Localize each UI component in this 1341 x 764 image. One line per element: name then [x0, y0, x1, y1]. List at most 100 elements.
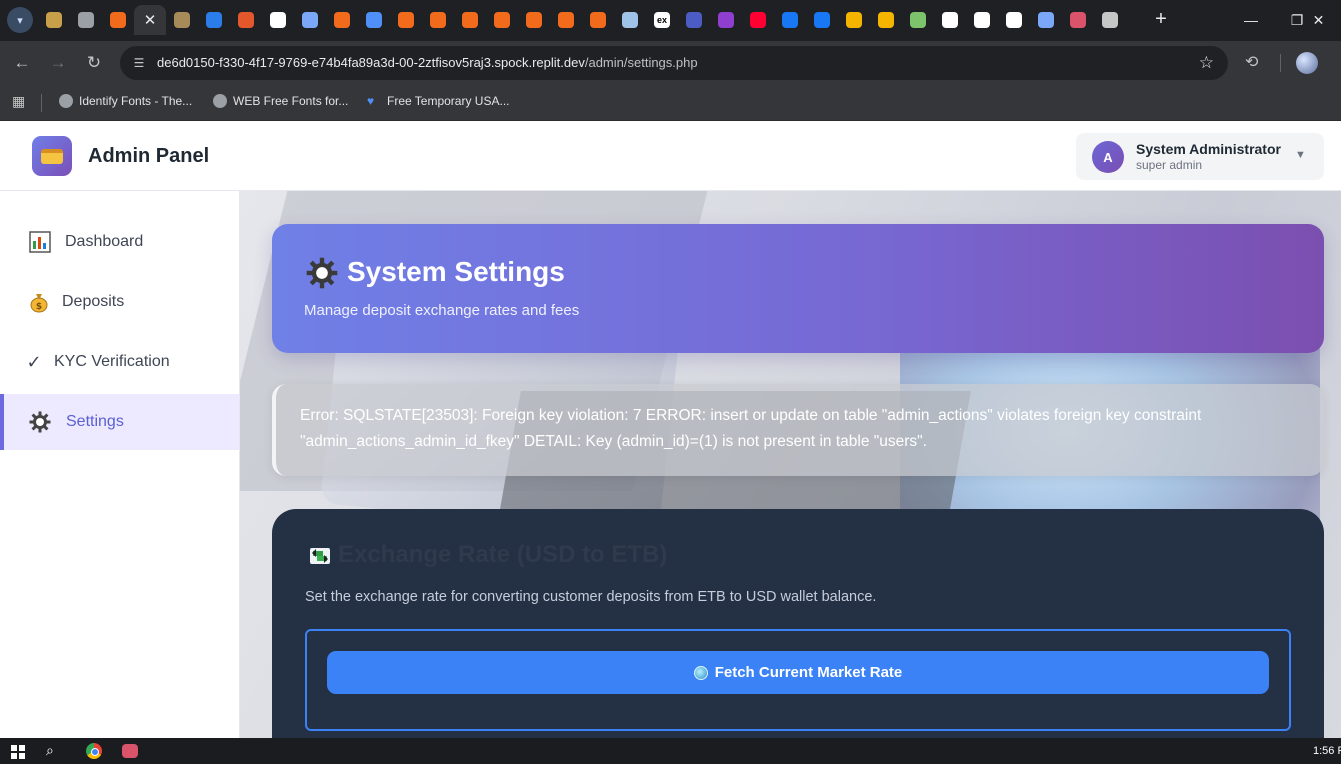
history-icon[interactable]: ⟲	[1245, 52, 1258, 72]
cloud-icon	[622, 12, 638, 28]
fetch-market-rate-button[interactable]: Fetch Current Market Rate	[327, 651, 1269, 694]
browser-tab[interactable]	[1062, 5, 1094, 35]
window-close-button[interactable]: ✕	[1296, 0, 1341, 40]
plane-icon	[174, 12, 190, 28]
section-title: Exchange Rate (USD to ETB)	[338, 541, 668, 568]
browser-tab[interactable]	[998, 5, 1030, 35]
bookmark-item[interactable]: Identify Fonts - The...	[59, 94, 192, 108]
user-menu[interactable]: A System Administrator super admin ▼	[1076, 133, 1324, 180]
minimize-button[interactable]: —	[1228, 0, 1274, 40]
browser-tab[interactable]	[70, 5, 102, 35]
sidebar-item-kyc[interactable]: ✓ KYC Verification	[0, 334, 239, 390]
sidebar-item-dashboard[interactable]: Dashboard	[0, 214, 239, 270]
app-icon	[718, 12, 734, 28]
chevron-down-icon: ▼	[1295, 149, 1306, 161]
heart-icon: ♥	[367, 94, 375, 108]
user-name: System Administrator	[1136, 141, 1281, 157]
gear-icon	[1102, 12, 1118, 28]
browser-tab[interactable]	[614, 5, 646, 35]
page-title: System Settings	[347, 256, 565, 287]
reload-icon: ↻	[86, 53, 102, 72]
browser-tab[interactable]	[550, 5, 582, 35]
back-arrow-icon: ←	[13, 53, 31, 72]
browser-tab[interactable]: ✕	[134, 5, 166, 35]
url-host: de6d0150-f330-4f17-9769-e74b4fa89a3d-00-…	[157, 55, 585, 70]
apps-grid-icon[interactable]: ▦	[12, 93, 25, 110]
browser-tab[interactable]	[1030, 5, 1062, 35]
browser-tab[interactable]	[198, 5, 230, 35]
browser-tab[interactable]	[582, 5, 614, 35]
bookmark-label: WEB Free Fonts for...	[233, 94, 349, 108]
browser-tab[interactable]	[294, 5, 326, 35]
sidebar-item-settings[interactable]: Settings	[0, 394, 239, 450]
url-path: /admin/settings.php	[584, 55, 698, 70]
browser-tab[interactable]	[1094, 5, 1126, 35]
globe-icon	[693, 665, 708, 680]
link-icon	[558, 12, 574, 28]
tab-list: ✕ ex	[38, 5, 1126, 35]
browser-tab[interactable]	[166, 5, 198, 35]
browser-tab[interactable]	[262, 5, 294, 35]
browser-tab[interactable]	[454, 5, 486, 35]
link-icon	[526, 12, 542, 28]
android-icon	[910, 12, 926, 28]
windows-start-icon[interactable]	[11, 745, 25, 759]
browser-tab[interactable]	[966, 5, 998, 35]
tab-search-button[interactable]: ▾	[7, 7, 33, 33]
browser-tab[interactable]	[870, 5, 902, 35]
browser-tab[interactable]	[902, 5, 934, 35]
forward-button[interactable]: →	[47, 52, 69, 74]
new-tab-button[interactable]: +	[1150, 9, 1172, 31]
sidebar: Dashboard $ Deposits ✓ KYC Verification	[0, 191, 240, 738]
arrow-icon	[206, 12, 222, 28]
search-icon[interactable]: ⌕	[46, 742, 54, 759]
back-button[interactable]: ←	[11, 52, 33, 74]
browser-toolbar: ← → ↻ ☰ de6d0150-f330-4f17-9769-e74b4fa8…	[0, 41, 1341, 85]
youtube-icon	[750, 12, 766, 28]
browser-tab[interactable]	[518, 5, 550, 35]
sidebar-item-deposits[interactable]: $ Deposits	[0, 274, 239, 330]
settings-banner: System Settings Manage deposit exchange …	[272, 224, 1324, 353]
checkmark-icon: ✓	[26, 351, 42, 372]
browser-tab[interactable]	[102, 5, 134, 35]
browser-tab[interactable]	[774, 5, 806, 35]
app-header: Admin Panel A System Administrator super…	[0, 121, 1341, 191]
os-taskbar: ⌕ 1:56 PM	[0, 738, 1341, 764]
facebook-icon	[814, 12, 830, 28]
bookmark-star-icon[interactable]: ☆	[1199, 53, 1214, 73]
gear-icon	[306, 257, 338, 294]
profile-avatar[interactable]	[1296, 52, 1318, 74]
site-info-icon[interactable]: ☰	[130, 54, 148, 72]
browser-tab[interactable]	[742, 5, 774, 35]
browser-tab[interactable]	[422, 5, 454, 35]
browser-tab[interactable]	[934, 5, 966, 35]
browser-tab[interactable]	[38, 5, 70, 35]
url-text[interactable]: de6d0150-f330-4f17-9769-e74b4fa89a3d-00-…	[157, 55, 698, 70]
fetch-rate-panel: Fetch Current Market Rate	[305, 629, 1291, 731]
bookmark-item[interactable]: WEB Free Fonts for...	[213, 94, 348, 108]
google-icon	[974, 12, 990, 28]
user-role: super admin	[1136, 158, 1203, 172]
browser-tab[interactable]	[838, 5, 870, 35]
browser-tab[interactable]	[806, 5, 838, 35]
browser-tab[interactable]	[390, 5, 422, 35]
bookmark-item[interactable]: ♥ Free Temporary USA...	[367, 94, 509, 108]
address-bar[interactable]: ☰ de6d0150-f330-4f17-9769-e74b4fa89a3d-0…	[120, 46, 1228, 80]
reload-button[interactable]: ↻	[83, 52, 105, 74]
browser-tab[interactable]: ex	[646, 5, 678, 35]
money-bag-icon: $	[28, 291, 50, 313]
clock-time: 1:56 PM	[1313, 745, 1341, 757]
exchange-icon	[308, 544, 332, 573]
bookmarks-divider	[41, 94, 42, 112]
browser-tab[interactable]	[230, 5, 262, 35]
browser-tab[interactable]	[710, 5, 742, 35]
chrome-icon[interactable]	[86, 743, 102, 759]
ex-icon: ex	[654, 12, 670, 28]
exchange-rate-card: Exchange Rate (USD to ETB) Set the excha…	[272, 509, 1324, 738]
globe-icon	[213, 94, 227, 108]
browser-tab[interactable]	[678, 5, 710, 35]
browser-tab[interactable]	[486, 5, 518, 35]
browser-tab[interactable]	[358, 5, 390, 35]
browser-tab[interactable]	[326, 5, 358, 35]
app-icon[interactable]	[122, 744, 138, 758]
